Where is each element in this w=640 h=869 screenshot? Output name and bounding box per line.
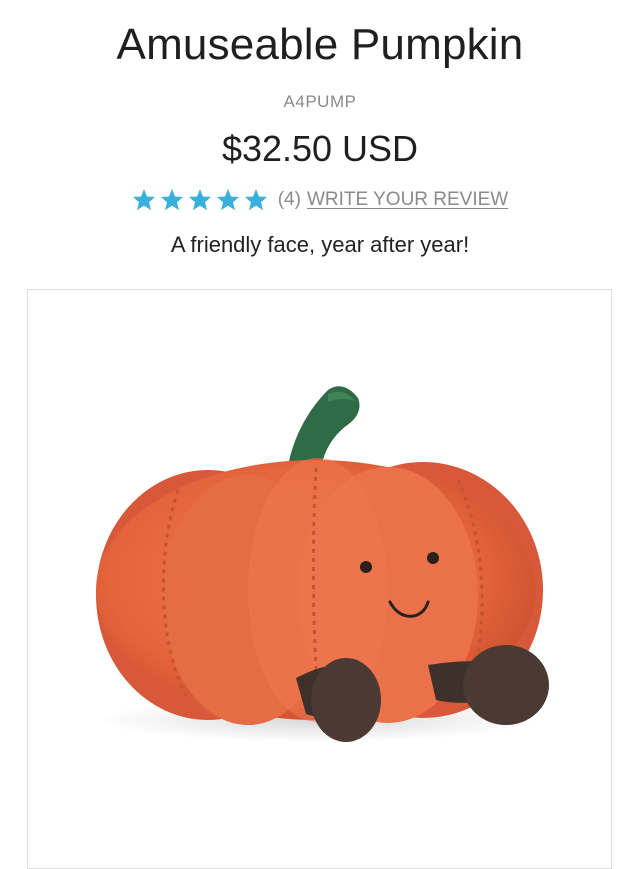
breadcrumb: · · · · · · · · · · · · · · — [0, 0, 640, 7]
star-rating[interactable] — [132, 188, 268, 211]
product-tagline: A friendly face, year after year! — [170, 232, 470, 257]
star-icon — [188, 188, 212, 211]
pumpkin-plush-image — [96, 386, 549, 742]
star-icon — [132, 188, 156, 211]
star-icon — [244, 188, 268, 211]
product-price: $32.50 USD — [221, 128, 419, 169]
write-review-link[interactable]: WRITE YOUR REVIEW — [307, 189, 508, 211]
product-sku: A4PUMP — [283, 92, 357, 111]
review-count[interactable]: (4) — [278, 189, 301, 211]
product-title: Amuseable Pumpkin — [116, 20, 524, 69]
product-image[interactable] — [27, 289, 612, 869]
rating-row: (4) WRITE YOUR REVIEW — [0, 188, 640, 211]
star-icon — [160, 188, 184, 211]
star-icon — [216, 188, 240, 211]
